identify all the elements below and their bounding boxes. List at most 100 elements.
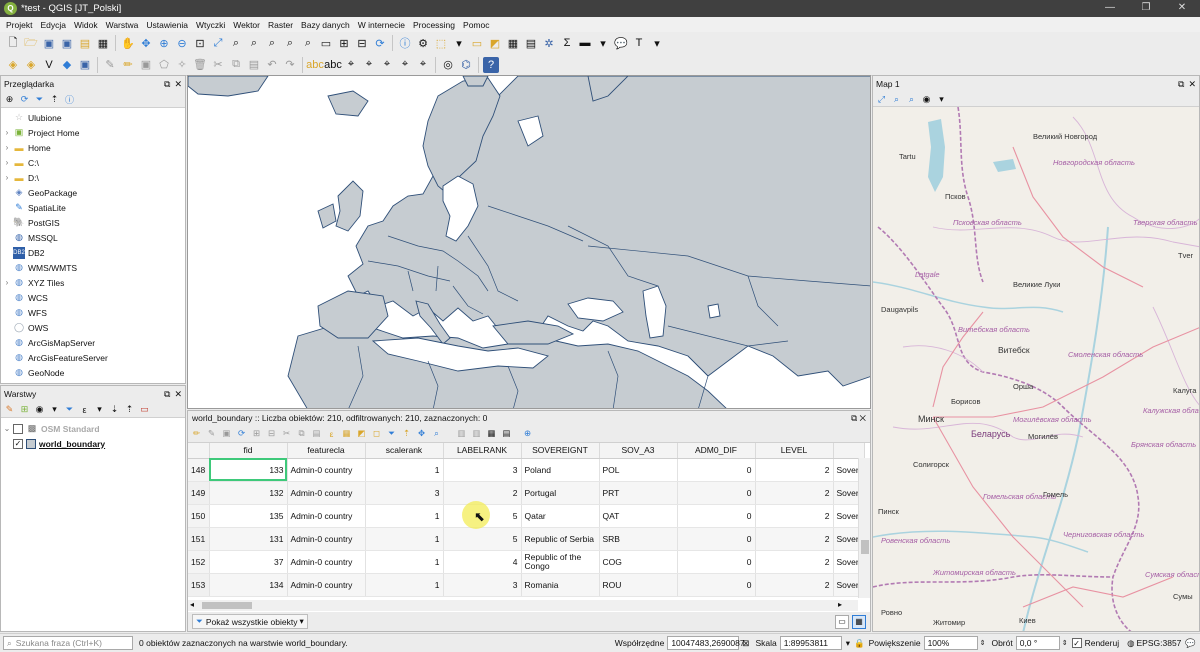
cell-sovereignt[interactable]: Romania (521, 573, 600, 597)
browser-item-postgis[interactable]: 🐘 PostGIS (1, 215, 185, 230)
row-header[interactable]: 151 (188, 527, 210, 551)
row-header[interactable]: 150 (188, 504, 210, 528)
field-calculator-icon[interactable]: ▦ (485, 427, 498, 440)
browser-item-c-drive[interactable]: › ▬ C:\ (1, 155, 185, 170)
open-project-icon[interactable]: 🗁 (23, 35, 39, 51)
chevron-down-icon[interactable]: ▾ (93, 403, 106, 416)
cell-featurecla[interactable]: Admin-0 country (287, 504, 366, 528)
cell-sov-a3[interactable]: POL (599, 458, 678, 482)
cell-sov-a3[interactable]: SRB (599, 527, 678, 551)
chevron-down-icon[interactable]: ▾ (595, 35, 611, 51)
browser-item-project-home[interactable]: › ▣ Project Home (1, 125, 185, 140)
browser-item-arcgis-map-server[interactable]: ◍ ArcGisMapServer (1, 335, 185, 350)
chevron-down-icon[interactable]: ▾ (649, 35, 665, 51)
locator-search-input[interactable]: ⌕ Szukana fraza (Ctrl+K) (3, 636, 133, 650)
zoom-next-icon[interactable]: ⌕ (300, 35, 316, 51)
cut-features-icon[interactable]: ✂ (210, 57, 226, 73)
maximize-button[interactable]: ❐ (1128, 0, 1164, 17)
save-as-icon[interactable]: ▣ (59, 35, 75, 51)
deselect-icon[interactable]: ◩ (487, 35, 503, 51)
new-project-icon[interactable]: 🗋 (5, 35, 21, 51)
manage-themes-icon[interactable]: ◉ (33, 403, 46, 416)
rotation-field[interactable]: 0,0 ° (1015, 636, 1060, 650)
pan-to-selection-icon[interactable]: ✥ (138, 35, 154, 51)
cell-adm0-dif[interactable]: 0 (677, 481, 756, 505)
paste-features-icon[interactable]: ▤ (246, 57, 262, 73)
filter-icon[interactable]: ⏷ (33, 93, 46, 106)
browser-item-arcgis-feature-server[interactable]: ◍ ArcGisFeatureServer (1, 350, 185, 365)
menu-raster[interactable]: Raster (264, 20, 297, 30)
column-header-adm0-dif[interactable]: ADM0_DIF (677, 443, 756, 459)
table-vertical-scrollbar[interactable] (858, 458, 870, 598)
collapse-all-icon[interactable]: ⇡ (123, 403, 136, 416)
row-header[interactable]: 149 (188, 481, 210, 505)
cell-sov-a3[interactable]: QAT (599, 504, 678, 528)
filter-by-expression-icon[interactable]: ε (78, 403, 91, 416)
invert-selection-icon[interactable]: ◩ (355, 427, 368, 440)
column-header-type[interactable] (833, 443, 865, 459)
browser-item-wfs[interactable]: ◍ WFS (1, 305, 185, 320)
properties-icon[interactable]: ⓘ (63, 93, 76, 106)
cell-fid[interactable]: 132 (209, 481, 288, 505)
browser-item-xyz-tiles[interactable]: › ◍ XYZ Tiles (1, 275, 185, 290)
show-hide-labels-icon[interactable]: ⌖ (361, 57, 377, 73)
cell-adm0-dif[interactable]: 0 (677, 550, 756, 574)
zoom-layer-icon[interactable]: ⌕ (905, 93, 918, 106)
table-row[interactable]: 150 135 Admin-0 country 1 5 Qatar QAT 0 … (188, 504, 865, 528)
save-edits-icon[interactable]: ▣ (138, 57, 154, 73)
zoom-selection-icon[interactable]: ⌕ (890, 93, 903, 106)
show-all-features-button[interactable]: ⏷ Pokaż wszystkie obiekty ▾ (192, 614, 308, 629)
refresh-icon[interactable]: ⟳ (372, 35, 388, 51)
menu-bazy-danych[interactable]: Bazy danych (297, 20, 354, 30)
cell-labelrank[interactable]: 3 (443, 458, 522, 482)
table-row[interactable]: 151 131 Admin-0 country 1 5 Republic of … (188, 527, 865, 551)
row-header[interactable]: 152 (188, 550, 210, 574)
close-button[interactable]: ✕ (1164, 0, 1200, 17)
cell-scalerank[interactable]: 1 (365, 573, 444, 597)
add-feature-icon[interactable]: ⊞ (250, 427, 263, 440)
cell-labelrank[interactable]: 2 (443, 481, 522, 505)
data-source-manager-icon[interactable]: ◈ (5, 57, 21, 73)
delete-feature-icon[interactable]: ⊟ (265, 427, 278, 440)
chevron-down-icon[interactable]: ▾ (451, 35, 467, 51)
browser-item-db2[interactable]: DB2 DB2 (1, 245, 185, 260)
coordinate-field[interactable]: 10047483,2690087 (667, 636, 745, 650)
close-panel-icon[interactable]: ✕ (860, 413, 866, 423)
spinbox-arrows-icon[interactable]: ⇕ (1062, 639, 1068, 647)
new-virtual-layer-icon[interactable]: ▣ (77, 57, 93, 73)
select-all-icon[interactable]: ▦ (340, 427, 353, 440)
move-selection-top-icon[interactable]: ⇡ (400, 427, 413, 440)
table-horizontal-scrollbar[interactable]: ◂ ▸ (188, 600, 858, 611)
browser-item-ows[interactable]: ◯ OWS (1, 320, 185, 335)
table-view-icon[interactable]: ▦ (852, 614, 866, 629)
browser-item-wms-wmts[interactable]: ◍ WMS/WMTS (1, 260, 185, 275)
cut-icon[interactable]: ✂ (280, 427, 293, 440)
print-layout-icon[interactable]: ▤ (77, 35, 93, 51)
text-annotation-icon[interactable]: T (631, 35, 647, 51)
table-row[interactable]: 149 132 Admin-0 country 3 2 Portugal PRT… (188, 481, 865, 505)
cell-sovereignt[interactable]: Qatar (521, 504, 600, 528)
scrollbar-thumb[interactable] (202, 602, 252, 609)
table-row[interactable]: 153 134 Admin-0 country 1 3 Romania ROU … (188, 573, 865, 597)
lock-scale-icon[interactable]: 🔒 (854, 638, 865, 649)
close-panel-icon[interactable]: ✕ (174, 389, 182, 399)
cell-level[interactable]: 2 (755, 527, 834, 551)
chevron-down-icon[interactable]: ▾ (935, 93, 948, 106)
copy-icon[interactable]: ⧉ (295, 427, 308, 440)
menu-ustawienia[interactable]: Ustawienia (142, 20, 192, 30)
messages-icon[interactable]: 💬 (1185, 638, 1196, 649)
cell-featurecla[interactable]: Admin-0 country (287, 550, 366, 574)
column-header-fid[interactable]: fid (209, 443, 288, 459)
menu-processing[interactable]: Processing (409, 20, 459, 30)
reload-icon[interactable]: ⟳ (235, 427, 248, 440)
menu-pomoc[interactable]: Pomoc (459, 20, 493, 30)
float-panel-icon[interactable]: ⧉ (1178, 79, 1184, 89)
change-label-icon[interactable]: ⌖ (415, 57, 431, 73)
menu-w-internecie[interactable]: W internecie (354, 20, 409, 30)
column-header-sov-a3[interactable]: SOV_A3 (599, 443, 678, 459)
new-shapefile-icon[interactable]: V (41, 57, 57, 73)
layer-visibility-checkbox[interactable]: ✓ (13, 438, 23, 449)
statistics-icon[interactable]: ▤ (523, 35, 539, 51)
row-header[interactable]: 153 (188, 573, 210, 597)
cell-labelrank[interactable]: 5 (443, 527, 522, 551)
